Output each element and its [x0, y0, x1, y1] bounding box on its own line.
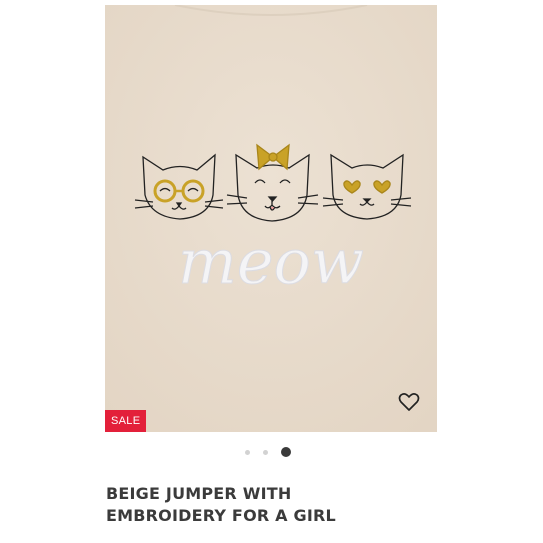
product-title: BEIGE JUMPER WITH EMBROIDERY FOR A GIRL [106, 483, 436, 527]
product-image[interactable]: meow SALE [105, 5, 437, 432]
meow-embroidery: meow [178, 225, 364, 298]
carousel-dot-1[interactable] [245, 449, 250, 455]
sale-badge: SALE [105, 410, 147, 432]
product-title-line-1: BEIGE JUMPER WITH [106, 484, 292, 503]
carousel-dot-3-active[interactable] [281, 447, 291, 457]
product-photo: meow [105, 5, 437, 432]
wishlist-heart-icon[interactable] [397, 390, 421, 414]
product-title-line-2: EMBROIDERY FOR A GIRL [106, 506, 336, 525]
carousel-pagination [245, 446, 291, 458]
carousel-dot-2[interactable] [263, 449, 268, 455]
